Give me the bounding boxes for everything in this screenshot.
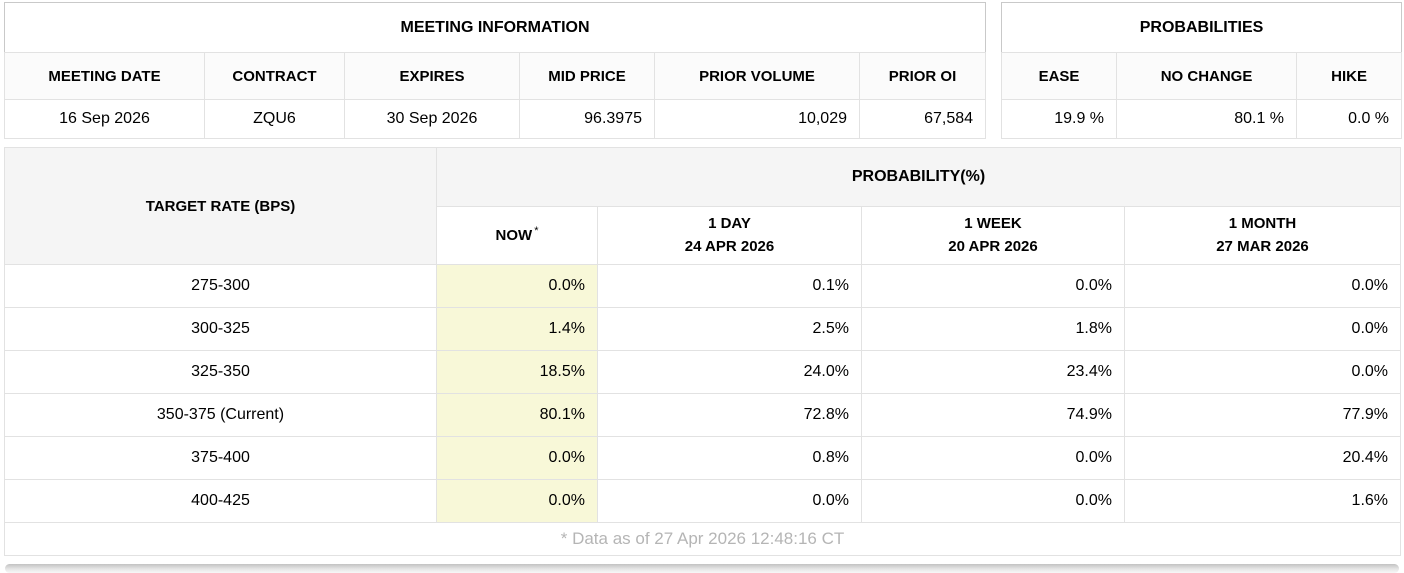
- meeting-information-table: MEETING INFORMATION MEETING DATE CONTRAC…: [4, 2, 986, 139]
- target-rate-cell: 300-325: [5, 308, 437, 351]
- target-rate-cell: 275-300: [5, 265, 437, 308]
- now-asterisk: *: [534, 225, 538, 237]
- mid-price-value: 96.3975: [520, 100, 655, 139]
- probabilities-table: PROBABILITIES EASE NO CHANGE HIKE 19.9 %…: [1001, 2, 1402, 139]
- col-hike: HIKE: [1297, 53, 1402, 100]
- fedwatch-page: MEETING INFORMATION MEETING DATE CONTRAC…: [0, 0, 1404, 573]
- month-prob-cell: 1.6%: [1125, 480, 1401, 523]
- col-1-month: 1 MONTH 27 MAR 2026: [1125, 207, 1401, 265]
- col-1-week: 1 WEEK 20 APR 2026: [862, 207, 1125, 265]
- probability-group-header: PROBABILITY(%): [437, 148, 1401, 207]
- table-row: 375-400 0.0% 0.8% 0.0% 20.4%: [5, 437, 1401, 480]
- meeting-information-data-row: 16 Sep 2026 ZQU6 30 Sep 2026 96.3975 10,…: [5, 100, 986, 139]
- target-rate-probability-table: TARGET RATE (BPS) PROBABILITY(%) NOW* 1 …: [4, 147, 1401, 556]
- col-expires: EXPIRES: [345, 53, 520, 100]
- week-prob-cell: 23.4%: [862, 351, 1125, 394]
- now-prob-cell: 0.0%: [437, 480, 598, 523]
- month-prob-cell: 0.0%: [1125, 265, 1401, 308]
- day-prob-cell: 0.1%: [598, 265, 862, 308]
- period-label: 1 MONTH: [1229, 215, 1297, 232]
- month-prob-cell: 20.4%: [1125, 437, 1401, 480]
- expires-value: 30 Sep 2026: [345, 100, 520, 139]
- contract-value: ZQU6: [205, 100, 345, 139]
- prior-volume-value: 10,029: [655, 100, 860, 139]
- period-date: 20 APR 2026: [948, 238, 1038, 255]
- col-1-day: 1 DAY 24 APR 2026: [598, 207, 862, 265]
- col-now: NOW*: [437, 207, 598, 265]
- bottom-shadow-bar: [5, 564, 1399, 573]
- table-row: 325-350 18.5% 24.0% 23.4% 0.0%: [5, 351, 1401, 394]
- week-prob-cell: 0.0%: [862, 265, 1125, 308]
- probabilities-data-row: 19.9 % 80.1 % 0.0 %: [1002, 100, 1402, 139]
- table-row: 400-425 0.0% 0.0% 0.0% 1.6%: [5, 480, 1401, 523]
- target-rate-cell: 400-425: [5, 480, 437, 523]
- day-prob-cell: 72.8%: [598, 394, 862, 437]
- week-prob-cell: 74.9%: [862, 394, 1125, 437]
- day-prob-cell: 2.5%: [598, 308, 862, 351]
- week-prob-cell: 0.0%: [862, 437, 1125, 480]
- month-prob-cell: 0.0%: [1125, 351, 1401, 394]
- table-row-current: 350-375 (Current) 80.1% 72.8% 74.9% 77.9…: [5, 394, 1401, 437]
- col-mid-price: MID PRICE: [520, 53, 655, 100]
- period-label: 1 DAY: [708, 215, 751, 232]
- col-no-change: NO CHANGE: [1117, 53, 1297, 100]
- now-prob-cell: 1.4%: [437, 308, 598, 351]
- prior-oi-value: 67,584: [860, 100, 986, 139]
- meeting-information-header-row: MEETING DATE CONTRACT EXPIRES MID PRICE …: [5, 53, 986, 100]
- now-prob-cell: 18.5%: [437, 351, 598, 394]
- now-label: NOW: [496, 227, 533, 244]
- col-prior-volume: PRIOR VOLUME: [655, 53, 860, 100]
- target-rate-cell: 325-350: [5, 351, 437, 394]
- meeting-information-title: MEETING INFORMATION: [5, 3, 986, 53]
- now-prob-cell: 0.0%: [437, 265, 598, 308]
- ease-value: 19.9 %: [1002, 100, 1117, 139]
- col-prior-oi: PRIOR OI: [860, 53, 986, 100]
- period-date: 27 MAR 2026: [1216, 238, 1309, 255]
- table-row: 275-300 0.0% 0.1% 0.0% 0.0%: [5, 265, 1401, 308]
- target-rate-cell: 375-400: [5, 437, 437, 480]
- meeting-date-value: 16 Sep 2026: [5, 100, 205, 139]
- day-prob-cell: 0.0%: [598, 480, 862, 523]
- period-label: 1 WEEK: [964, 215, 1022, 232]
- hike-value: 0.0 %: [1297, 100, 1402, 139]
- table-row: 300-325 1.4% 2.5% 1.8% 0.0%: [5, 308, 1401, 351]
- now-prob-cell: 0.0%: [437, 437, 598, 480]
- footnote-row: * Data as of 27 Apr 2026 12:48:16 CT: [5, 523, 1401, 556]
- data-as-of-note: * Data as of 27 Apr 2026 12:48:16 CT: [5, 523, 1401, 556]
- no-change-value: 80.1 %: [1117, 100, 1297, 139]
- now-prob-cell: 80.1%: [437, 394, 598, 437]
- probabilities-header-row: EASE NO CHANGE HIKE: [1002, 53, 1402, 100]
- week-prob-cell: 0.0%: [862, 480, 1125, 523]
- target-rate-cell: 350-375 (Current): [5, 394, 437, 437]
- day-prob-cell: 0.8%: [598, 437, 862, 480]
- col-contract: CONTRACT: [205, 53, 345, 100]
- col-ease: EASE: [1002, 53, 1117, 100]
- group-header-row: TARGET RATE (BPS) PROBABILITY(%): [5, 148, 1401, 207]
- week-prob-cell: 1.8%: [862, 308, 1125, 351]
- col-meeting-date: MEETING DATE: [5, 53, 205, 100]
- target-rate-header: TARGET RATE (BPS): [5, 148, 437, 265]
- month-prob-cell: 77.9%: [1125, 394, 1401, 437]
- day-prob-cell: 24.0%: [598, 351, 862, 394]
- month-prob-cell: 0.0%: [1125, 308, 1401, 351]
- top-summary-row: MEETING INFORMATION MEETING DATE CONTRAC…: [4, 2, 1400, 139]
- probabilities-title: PROBABILITIES: [1002, 3, 1402, 53]
- period-date: 24 APR 2026: [685, 238, 775, 255]
